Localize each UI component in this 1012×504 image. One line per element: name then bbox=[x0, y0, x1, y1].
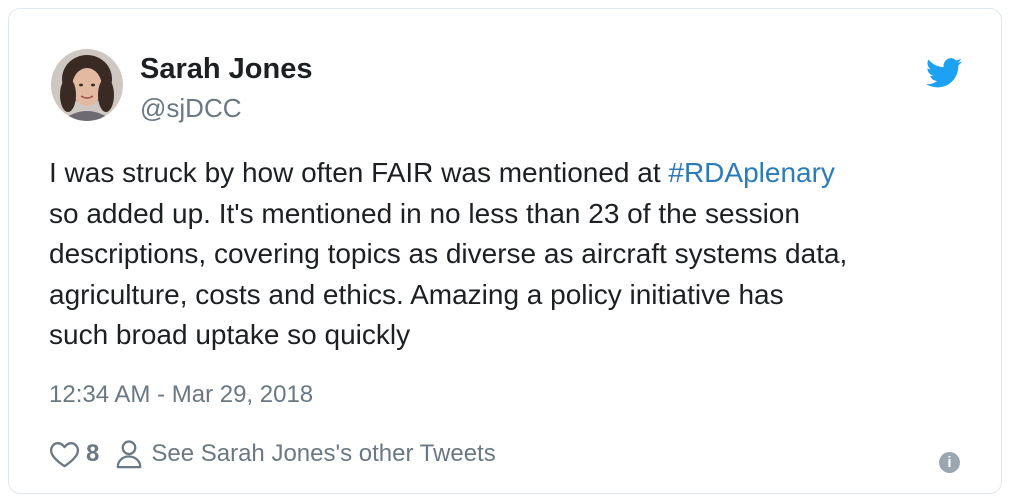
tweet-line: descriptions, covering topics as diverse… bbox=[49, 238, 848, 270]
tweet-timestamp-link[interactable]: 12:34 AM - Mar 29, 2018 bbox=[49, 381, 313, 409]
avatar[interactable] bbox=[51, 49, 123, 121]
tweet-line: agriculture, costs and ethics. Amazing a… bbox=[49, 278, 784, 310]
tweet-line: so added up. It's mentioned in no less t… bbox=[49, 197, 800, 229]
hashtag-link[interactable]: #RDAplenary bbox=[668, 157, 835, 188]
like-button[interactable]: 8 bbox=[49, 440, 99, 468]
see-other-tweets-link[interactable]: See Sarah Jones's other Tweets bbox=[115, 439, 496, 469]
heart-icon bbox=[50, 442, 79, 468]
tweet-line: I was struck by how often FAIR was menti… bbox=[49, 153, 979, 194]
info-icon[interactable]: i bbox=[939, 452, 960, 473]
like-count: 8 bbox=[86, 440, 100, 467]
embedded-tweet-card: Sarah Jones @sjDCC I was struck by how o… bbox=[8, 8, 1002, 494]
twitter-bird-icon[interactable] bbox=[926, 58, 962, 88]
tweet-line-text: I was struck by how often FAIR was menti… bbox=[49, 157, 669, 188]
see-other-tweets-label: See Sarah Jones's other Tweets bbox=[151, 440, 496, 467]
author-name[interactable]: Sarah Jones bbox=[140, 53, 312, 86]
tweet-line: such broad uptake so quickly bbox=[49, 319, 411, 351]
avatar-image bbox=[51, 49, 123, 121]
tweet-text: I was struck by how often FAIR was menti… bbox=[49, 153, 979, 356]
person-icon bbox=[116, 440, 142, 469]
author-handle[interactable]: @sjDCC bbox=[140, 93, 242, 124]
tweet-actions: 8 See Sarah Jones's other Tweets bbox=[49, 437, 496, 471]
